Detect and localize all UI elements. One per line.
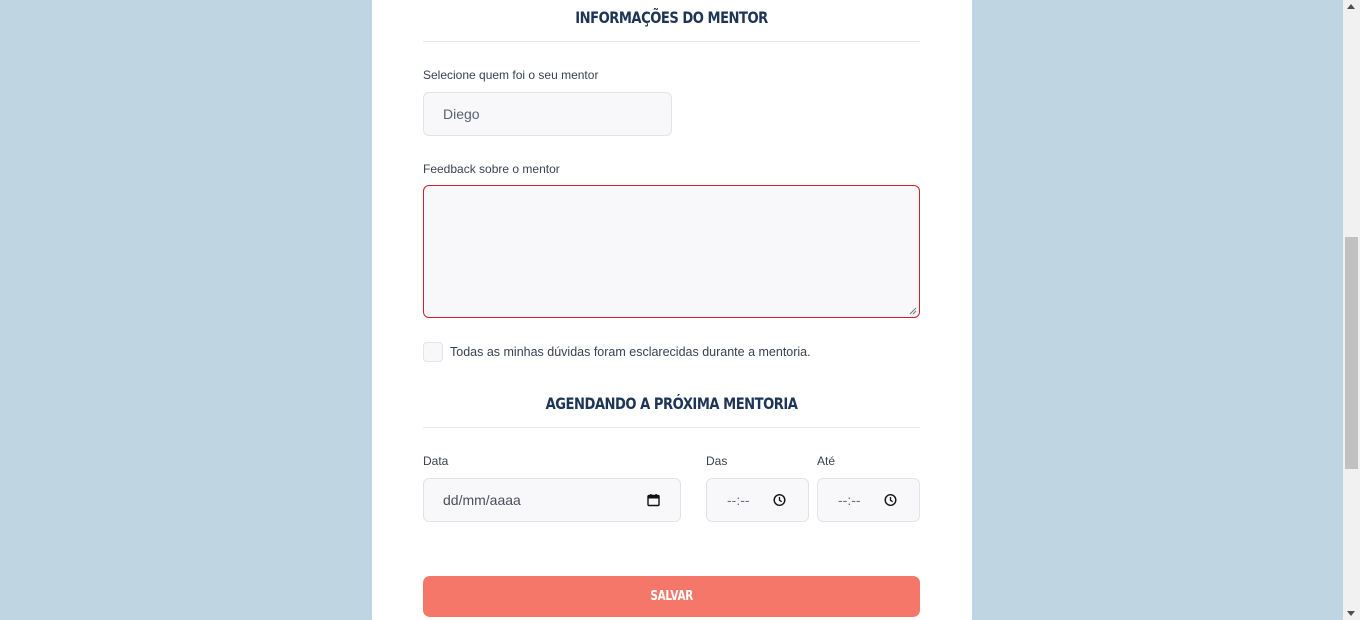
date-input-placeholder: dd/mm/aaaa (443, 492, 521, 508)
page-scrollbar[interactable] (1343, 0, 1360, 620)
calendar-icon[interactable] (647, 494, 660, 507)
to-time-input[interactable]: --:-- (817, 478, 920, 522)
save-button[interactable]: SALVAR (423, 576, 920, 617)
scroll-up-arrow-icon[interactable] (1347, 4, 1355, 9)
schedule-section-divider (423, 427, 920, 428)
clock-icon[interactable] (773, 493, 786, 507)
to-time-placeholder: --:-- (838, 492, 861, 508)
feedback-textarea[interactable] (423, 185, 920, 318)
from-time-label: Das (706, 454, 728, 468)
scroll-down-arrow-icon[interactable] (1347, 611, 1355, 616)
schedule-section-title: AGENDANDO A PRÓXIMA MENTORIA (545, 394, 798, 413)
doubts-cleared-label: Todas as minhas dúvidas foram esclarecid… (450, 345, 811, 359)
doubts-cleared-checkbox[interactable] (423, 342, 443, 362)
scroll-thumb[interactable] (1345, 237, 1358, 469)
save-button-label: SALVAR (650, 589, 693, 604)
from-time-placeholder: --:-- (727, 492, 750, 508)
resize-grip-icon[interactable] (909, 307, 917, 315)
form-card: INFORMAÇÕES DO MENTOR Selecione quem foi… (372, 0, 972, 620)
clock-icon[interactable] (884, 493, 897, 507)
mentor-select-label: Selecione quem foi o seu mentor (423, 68, 599, 82)
date-input[interactable]: dd/mm/aaaa (423, 478, 681, 522)
date-label: Data (423, 454, 449, 468)
feedback-label: Feedback sobre o mentor (423, 162, 560, 176)
to-time-label: Até (817, 454, 836, 468)
mentor-section-divider (423, 41, 920, 42)
mentor-section-title: INFORMAÇÕES DO MENTOR (575, 8, 768, 27)
mentor-select[interactable]: Diego (423, 92, 672, 136)
mentor-select-value: Diego (443, 106, 480, 122)
from-time-input[interactable]: --:-- (706, 478, 809, 522)
